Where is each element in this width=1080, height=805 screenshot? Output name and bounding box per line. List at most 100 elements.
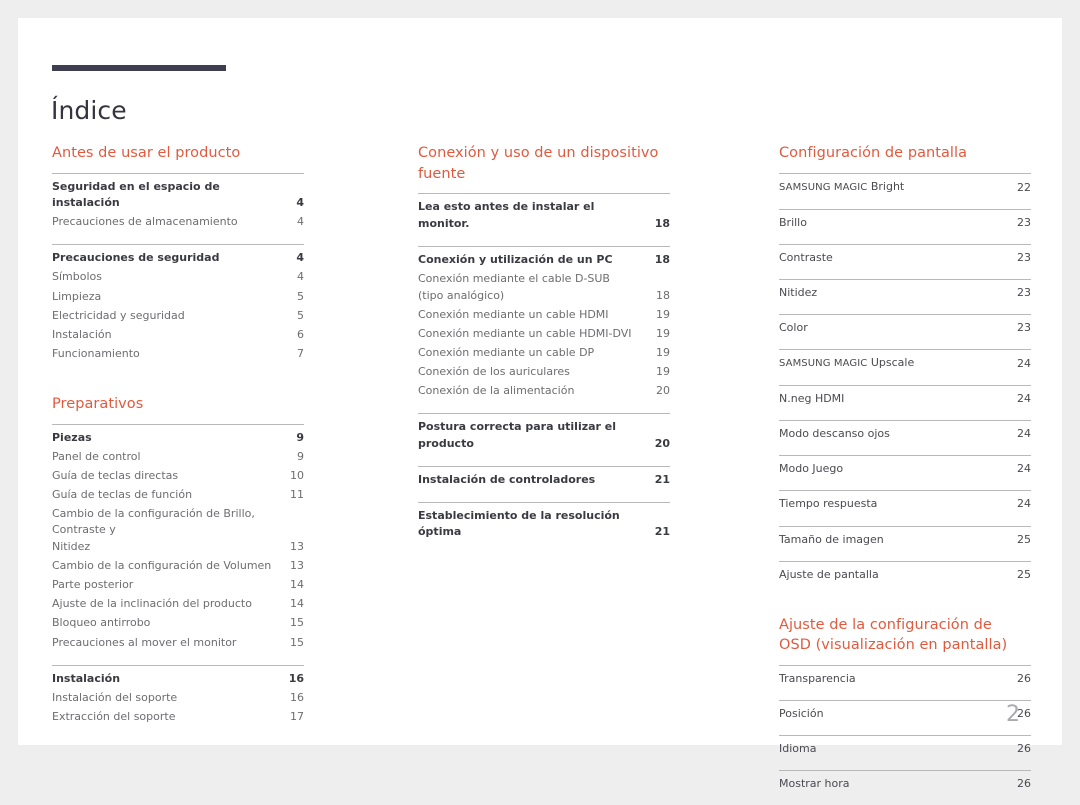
toc-entry-conexion-de-la-alimentacion[interactable]: Conexión de la alimentación 20	[418, 382, 670, 401]
toc-entry-samsung-magic-upscale[interactable]: SAMSUNG MAGIC Upscale 24	[779, 354, 1031, 374]
toc-entry-instalacion-del-soporte[interactable]: Instalación del soporte 16	[52, 689, 304, 708]
toc-entry-lea-esto-antes-de-instalar-el-monitor[interactable]: Lea esto antes de instalar el monitor. 18	[418, 198, 670, 234]
toc-entry-page: 15	[290, 616, 304, 630]
toc-entry-label: Nitidez	[779, 285, 818, 299]
toc-entry-extraccion-del-soporte[interactable]: Extracción del soporte 17	[52, 708, 304, 727]
section-heading-conexion-y-uso-de-un-dispositivo-fuente: Conexión y uso de un dispositivo fuente	[418, 145, 659, 182]
toc-entry-guia-de-teclas-de-funcion[interactable]: Guía de teclas de función 11	[52, 486, 304, 505]
toc-entry-transparencia[interactable]: Transparencia 26	[779, 670, 1031, 689]
toc-entry-label: Instalación	[52, 671, 121, 685]
toc-entry-label: Guía de teclas de función	[52, 487, 193, 501]
toc-entry-label: Instalación del soporte	[52, 690, 178, 704]
toc-entry-page: 9	[296, 430, 304, 444]
toc-entry-ajuste-de-pantalla[interactable]: Ajuste de pantalla 25	[779, 566, 1031, 585]
toc-entry-bloqueo-antirrobo[interactable]: Bloqueo antirrobo 15	[52, 614, 304, 633]
toc-entry-ajuste-de-la-inclinacion-del-producto[interactable]: Ajuste de la inclinación del producto 14	[52, 595, 304, 614]
toc-entry-precauciones-de-seguridad[interactable]: Precauciones de seguridad 4	[52, 249, 304, 268]
toc-entry-page: 10	[290, 468, 304, 482]
toc-entry-page: 23	[1017, 285, 1031, 299]
section-heading-configuracion-de-pantalla: Configuración de pantalla	[779, 145, 968, 161]
toc-entry-tiempo-respuesta[interactable]: Tiempo respuesta 24	[779, 495, 1031, 514]
toc-group: Color 23	[779, 313, 1031, 338]
toc-entry-instalacion[interactable]: Instalación 16	[52, 670, 304, 689]
toc-entry-conexion-mediante-un-cable-dp[interactable]: Conexión mediante un cable DP 19	[418, 344, 670, 363]
toc-entry-postura-correcta-para-utilizar-el-producto[interactable]: Postura correcta para utilizar el produc…	[418, 418, 670, 454]
toc-entry-instalacion[interactable]: Instalación 6	[52, 326, 304, 345]
toc-entry-page: 16	[290, 690, 304, 704]
toc-entry-simbolos[interactable]: Símbolos 4	[52, 268, 304, 287]
toc-group: Instalación 16 Instalación del soporte 16 Ex…	[52, 664, 304, 727]
toc-group: Seguridad en el espacio de instalación 4 P…	[52, 172, 304, 233]
toc-entry-cambio-de-la-configuracion-de-brillo-contraste-y[interactable]: Cambio de la configuración de Brillo, Co…	[52, 505, 304, 557]
toc-entry-page: 20	[654, 436, 670, 450]
toc-group: Nitidez 23	[779, 278, 1031, 303]
toc-entry-conexion-mediante-el-cable-d-sub-tipo-analogico[interactable]: Conexión mediante el cable D-SUB (tipo a…	[418, 270, 670, 306]
toc-entry-page: 4	[297, 215, 304, 229]
toc-entry-label: Seguridad en el espacio de instalación	[52, 179, 220, 210]
toc-entry-color[interactable]: Color 23	[779, 319, 1031, 338]
toc-entry-seguridad-en-el-espacio-de-instalacion[interactable]: Seguridad en el espacio de instalación 4	[52, 178, 304, 214]
toc-entry-tamano-de-imagen[interactable]: Tamaño de imagen 25	[779, 531, 1031, 550]
section-heading-ajuste-de-la-configuracion-de-osd-visualizacion-: Ajuste de la configuración de OSD (visua…	[779, 616, 1008, 654]
page-number: 2	[1006, 702, 1020, 727]
toc-entry-page: 9	[297, 449, 304, 463]
toc-entry-page: 15	[290, 635, 304, 649]
toc-entry-cambio-de-la-configuracion-de-volumen[interactable]: Cambio de la configuración de Volumen 13	[52, 557, 304, 576]
toc-entry-page: 11	[290, 487, 304, 501]
toc-entry-mostrar-hora[interactable]: Mostrar hora 26	[779, 775, 1031, 794]
toc-entry-label: Posición	[779, 706, 824, 720]
toc-group: Transparencia 26	[779, 664, 1031, 689]
toc-group: Tiempo respuesta 24	[779, 490, 1031, 514]
toc-entry-contraste[interactable]: Contraste 23	[779, 249, 1031, 268]
toc-entry-precauciones-de-almacenamiento[interactable]: Precauciones de almacenamiento 4	[52, 213, 304, 232]
toc-entry-label: Conexión de los auriculares	[418, 364, 570, 378]
toc-group: Precauciones de seguridad 4 Símbolos 4 Limpi…	[52, 244, 304, 364]
toc-entry-limpieza[interactable]: Limpieza 5	[52, 288, 304, 307]
toc-entry-idioma[interactable]: Idioma 26	[779, 740, 1031, 759]
toc-entry-establecimiento-de-la-resolucion-optima[interactable]: Establecimiento de la resolución óptima 2…	[418, 507, 670, 543]
toc-entry-page: 18	[656, 288, 670, 302]
toc-entry-page: 23	[1017, 250, 1031, 264]
toc-group: Modo descanso ojos 24	[779, 420, 1031, 444]
toc-entry-modo-juego[interactable]: Modo Juego 24	[779, 460, 1031, 479]
toc-group: Piezas 9 Panel de control 9 Guía de teclas d…	[52, 423, 304, 653]
toc-entry-label: Piezas	[52, 430, 92, 444]
toc-entry-parte-posterior[interactable]: Parte posterior 14	[52, 576, 304, 595]
toc-entry-electricidad-y-seguridad[interactable]: Electricidad y seguridad 5	[52, 307, 304, 326]
toc-group: Contraste 23	[779, 243, 1031, 268]
toc-entry-page: 23	[1017, 215, 1031, 229]
toc-entry-conexion-de-los-auriculares[interactable]: Conexión de los auriculares 19	[418, 363, 670, 382]
toc-entry-conexion-mediante-un-cable-hdmi[interactable]: Conexión mediante un cable HDMI 19	[418, 306, 670, 325]
toc-entry-conexion-y-utilizacion-de-un-pc[interactable]: Conexión y utilización de un PC 18	[418, 251, 670, 270]
toc-entry-samsung-magic-bright[interactable]: SAMSUNG MAGIC Bright 22	[779, 178, 1031, 198]
toc-entry-label: Ajuste de la inclinación del producto	[52, 597, 252, 611]
toc-entry-instalacion-de-controladores[interactable]: Instalación de controladores 21	[418, 471, 670, 490]
toc-entry-piezas[interactable]: Piezas 9	[52, 429, 304, 448]
page-title: Índice	[51, 95, 127, 125]
toc-entry-label: Conexión mediante un cable DP	[418, 345, 595, 359]
toc-entry-page: 13	[290, 540, 304, 554]
toc-entry-label: SAMSUNG MAGIC Bright	[779, 179, 905, 193]
toc-group: Lea esto antes de instalar el monitor. 18	[418, 193, 670, 234]
toc-entry-panel-de-control[interactable]: Panel de control 9	[52, 448, 304, 467]
toc-group: Brillo 23	[779, 208, 1031, 233]
toc-entry-brillo[interactable]: Brillo 23	[779, 214, 1031, 233]
toc-entry-n-neg-hdmi[interactable]: N.neg HDMI 24	[779, 390, 1031, 409]
toc-entry-modo-descanso-ojos[interactable]: Modo descanso ojos 24	[779, 425, 1031, 444]
toc-entry-label: Parte posterior	[52, 578, 134, 592]
toc-entry-label: Contraste	[779, 250, 833, 264]
toc-entry-funcionamiento[interactable]: Funcionamiento 7	[52, 345, 304, 364]
toc-entry-precauciones-al-mover-el-monitor[interactable]: Precauciones al mover el monitor 15	[52, 634, 304, 653]
section-heading-antes-de-usar-el-producto: Antes de usar el producto	[52, 145, 241, 161]
toc-entry-conexion-mediante-un-cable-hdmi-dvi[interactable]: Conexión mediante un cable HDMI-DVI 19	[418, 325, 670, 344]
toc-entry-page: 26	[1017, 777, 1031, 791]
toc-entry-guia-de-teclas-directas[interactable]: Guía de teclas directas 10	[52, 467, 304, 486]
toc-entry-label: Lea esto antes de instalar el monitor.	[418, 200, 595, 230]
toc-column-middle: Conexión y uso de un dispositivo fuente L…	[418, 143, 670, 555]
toc-entry-nitidez[interactable]: Nitidez 23	[779, 284, 1031, 303]
toc-entry-posicion[interactable]: Posición 26	[779, 705, 1031, 724]
toc-entry-page: 14	[290, 597, 304, 611]
toc-entry-page: 25	[1017, 567, 1031, 581]
toc-entry-label: Instalación de controladores	[418, 472, 596, 486]
toc-group: Tamaño de imagen 25	[779, 525, 1031, 550]
